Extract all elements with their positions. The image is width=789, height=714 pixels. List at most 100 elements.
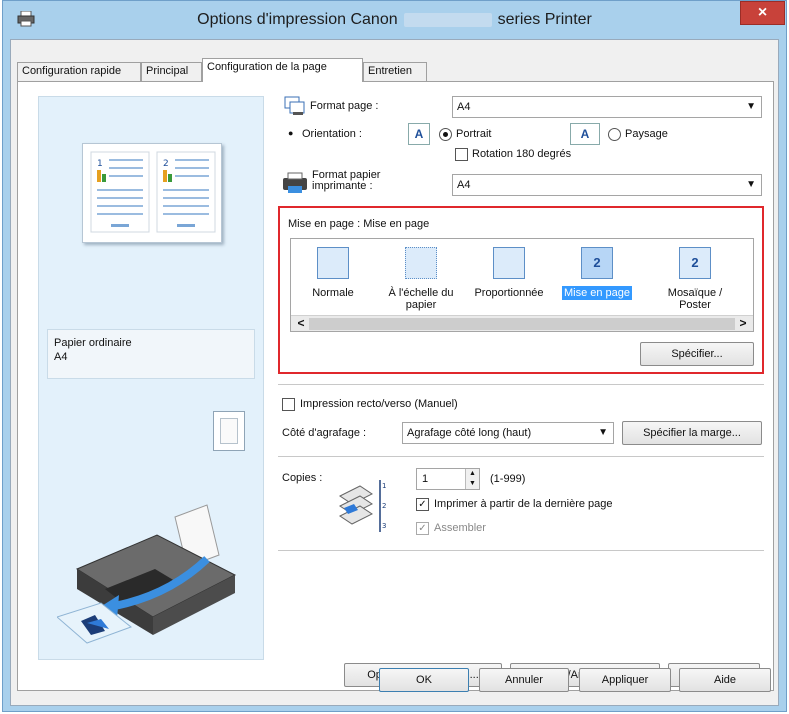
cancel-button[interactable]: Annuler <box>479 668 569 692</box>
tab-quick-setup[interactable]: Configuration rapide <box>17 62 141 81</box>
duplex-label: Impression recto/verso (Manuel) <box>300 398 458 410</box>
printer-paper-label: Format papier imprimante : <box>312 170 380 192</box>
close-icon: × <box>757 4 768 21</box>
help-button[interactable]: Aide <box>679 668 771 692</box>
page-size-select[interactable]: A4 ▼ <box>452 96 762 118</box>
page-layout-group: Mise en page : Mise en page Normale À l'… <box>278 206 764 374</box>
tiling-poster-icon: 2 <box>679 247 711 279</box>
scroll-left-arrow[interactable]: < <box>295 316 307 332</box>
layout-horizontal-scrollbar[interactable]: < > <box>291 315 753 331</box>
scroll-thumb[interactable] <box>309 318 735 330</box>
layout-item-fit-to-page[interactable]: À l'échelle du papier <box>381 247 461 311</box>
title-text-suffix: series Printer <box>497 11 592 28</box>
layout-item-label-line2: papier <box>405 299 437 311</box>
copies-label: Copies : <box>282 472 323 484</box>
separator <box>278 550 764 551</box>
copies-value: 1 <box>422 473 429 485</box>
rotate-180-checkbox[interactable] <box>455 148 468 161</box>
layout-item-label-line2: Poster <box>679 299 711 311</box>
page-setup-panel: 1 2 Papier ordinaire A4 Format page: A4… <box>17 81 774 691</box>
print-from-last-page-label: Imprimer à partir de la dernière page <box>434 498 613 510</box>
scroll-right-arrow[interactable]: > <box>737 316 749 332</box>
tab-main[interactable]: Principal <box>141 62 202 81</box>
page-size-label: Format page : <box>310 100 379 112</box>
portrait-icon: A <box>408 123 430 145</box>
chevron-down-icon: ▼ <box>746 179 756 190</box>
preview-pane: 1 2 Papier ordinaire A4 <box>38 96 264 660</box>
printer-paper-label-line2: imprimante : <box>312 180 373 192</box>
copies-icon: 1 2 3 <box>338 478 388 534</box>
page-layout-heading: Mise en page : Mise en page <box>288 218 430 230</box>
layout-item-tiling-poster[interactable]: 2 Mosaïque / Poster <box>655 247 735 311</box>
close-button[interactable]: × <box>740 1 785 25</box>
svg-text:2: 2 <box>382 502 386 510</box>
portrait-radio[interactable] <box>439 128 452 141</box>
stapling-side-label: Côté d'agrafage : <box>282 427 367 439</box>
landscape-radio[interactable] <box>608 128 621 141</box>
page-layout-preview-image: 1 2 <box>82 143 222 243</box>
copies-input[interactable]: 1 ▲ ▼ <box>416 468 480 490</box>
page-size-icon <box>284 96 306 116</box>
paper-orientation-icon <box>213 411 245 451</box>
portrait-label: Portrait <box>456 128 492 140</box>
printer-paper-icon <box>282 172 308 194</box>
printer-illustration <box>55 477 247 647</box>
landscape-icon: A <box>570 123 600 145</box>
scaled-layout-icon <box>493 247 525 279</box>
layout-item-label: Mosaïque / <box>667 287 723 299</box>
printer-paper-value: A4 <box>457 179 471 191</box>
separator <box>278 384 764 385</box>
layout-item-scaled[interactable]: Proportionnée <box>469 247 549 299</box>
apply-button[interactable]: Appliquer <box>579 668 671 692</box>
printer-paper-select[interactable]: A4 ▼ <box>452 174 762 196</box>
normal-layout-icon <box>317 247 349 279</box>
copies-range: (1-999) <box>490 473 526 485</box>
window-title: Options d'impression Canon series Printer <box>3 1 786 39</box>
tab-page-setup[interactable]: Configuration de la page <box>202 58 363 82</box>
layout-item-label: Proportionnée <box>474 287 544 299</box>
stapling-side-select[interactable]: Agrafage côté long (haut) ▼ <box>402 422 614 444</box>
tab-label: Configuration rapide <box>22 65 122 77</box>
specify-margin-button[interactable]: Spécifier la marge... <box>622 421 762 445</box>
page-size-value: A4 <box>457 101 471 113</box>
title-text-prefix: Options d'impression Canon <box>197 11 398 28</box>
page-layout-icon: 2 <box>581 247 613 279</box>
rotate-180-label: Rotation 180 degrés <box>472 148 572 160</box>
paper-type-text: Papier ordinaire <box>54 337 132 349</box>
specify-button[interactable]: Spécifier... <box>640 342 754 366</box>
svg-text:1: 1 <box>97 159 103 169</box>
page-layout-list: Normale À l'échelle du papier Proportion… <box>290 238 754 332</box>
print-from-last-page-checkbox[interactable]: ✓ <box>416 498 429 511</box>
chevron-down-icon: ▼ <box>598 427 608 438</box>
separator <box>278 456 764 457</box>
layout-item-page-layout[interactable]: 2 Mise en page <box>557 247 637 300</box>
collate-checkbox[interactable]: ✓ <box>416 522 429 535</box>
collate-label: Assembler <box>434 522 486 534</box>
fit-to-page-icon <box>405 247 437 279</box>
tab-maintenance[interactable]: Entretien <box>363 62 427 81</box>
svg-text:3: 3 <box>382 522 386 530</box>
tab-label: Configuration de la page <box>207 61 327 73</box>
svg-text:2: 2 <box>163 159 169 169</box>
copies-spin-buttons[interactable]: ▲ ▼ <box>465 469 479 489</box>
layout-item-label-selected: Mise en page <box>561 286 633 300</box>
ok-button[interactable]: OK <box>379 668 469 692</box>
dialog-window: Options d'impression Canon series Printer… <box>2 0 787 712</box>
tab-label: Entretien <box>368 65 413 77</box>
paper-size-text: A4 <box>54 351 68 363</box>
stapling-side-value: Agrafage côté long (haut) <box>407 427 532 439</box>
svg-text:1: 1 <box>382 482 386 490</box>
dialog-client-area: Configuration rapide Principal Configura… <box>10 39 779 706</box>
title-bar[interactable]: Options d'impression Canon series Printer… <box>3 1 786 39</box>
model-name-redacted <box>403 12 492 27</box>
bullet-icon: ● <box>288 128 294 138</box>
layout-item-label: À l'échelle du <box>388 287 454 299</box>
chevron-down-icon: ▼ <box>746 101 756 112</box>
landscape-label: Paysage <box>625 128 668 140</box>
paper-info-box: Papier ordinaire A4 <box>47 329 255 379</box>
duplex-checkbox[interactable] <box>282 398 295 411</box>
layout-item-label: Normale <box>312 287 354 299</box>
orientation-label: Orientation : <box>302 128 362 140</box>
tab-label: Principal <box>146 65 189 77</box>
layout-item-normal[interactable]: Normale <box>293 247 373 299</box>
